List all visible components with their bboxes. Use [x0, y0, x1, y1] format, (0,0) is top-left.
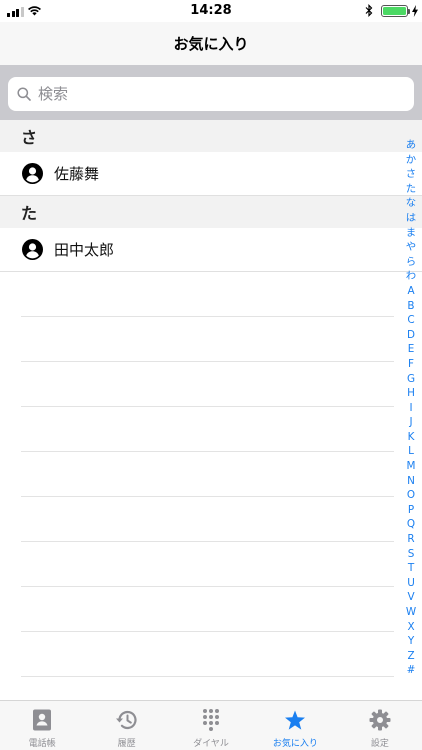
index-letter[interactable]: O	[407, 488, 415, 503]
empty-row	[21, 272, 394, 317]
tab-label: 電話帳	[28, 739, 56, 749]
index-letter[interactable]: か	[406, 153, 416, 168]
tab-label: ダイヤル	[193, 739, 229, 749]
section-header-ta: た	[0, 196, 422, 228]
index-letter[interactable]: E	[408, 342, 415, 357]
index-letter[interactable]: わ	[406, 269, 416, 284]
index-letter[interactable]: M	[407, 459, 416, 474]
battery-icon	[381, 5, 408, 17]
tab-history[interactable]: 履歴	[84, 701, 168, 750]
empty-row	[21, 542, 394, 587]
search-icon	[17, 87, 31, 101]
list-item[interactable]: 田中太郎	[0, 228, 422, 272]
tab-favorites[interactable]: お気に入り	[253, 701, 337, 750]
index-letter[interactable]: D	[407, 328, 415, 343]
index-letter[interactable]: た	[406, 182, 416, 197]
index-letter[interactable]: Y	[408, 634, 414, 649]
index-letter[interactable]: Q	[407, 517, 415, 532]
index-letter[interactable]: #	[407, 663, 416, 678]
index-letter[interactable]: X	[407, 620, 414, 635]
tab-label: 設定	[370, 739, 389, 749]
tab-label: お気に入り	[272, 739, 318, 749]
status-time: 14:28	[190, 3, 232, 18]
search-area	[0, 65, 422, 120]
person-circle-icon	[22, 163, 43, 184]
index-letter[interactable]: W	[406, 605, 416, 620]
index-letter[interactable]: あ	[406, 138, 416, 153]
star-icon	[283, 708, 307, 732]
index-letter[interactable]: や	[406, 240, 416, 255]
index-letter[interactable]: F	[408, 357, 414, 372]
index-letter[interactable]: B	[407, 299, 414, 314]
index-letter[interactable]: I	[409, 401, 412, 416]
search-box[interactable]	[8, 77, 414, 111]
index-letter[interactable]: Z	[407, 649, 414, 664]
index-letter[interactable]: R	[407, 532, 414, 547]
gear-icon	[368, 708, 392, 732]
tab-dial[interactable]: ダイヤル	[169, 701, 253, 750]
search-input[interactable]	[38, 77, 398, 111]
empty-row	[21, 362, 394, 407]
battery-cap	[408, 9, 410, 14]
index-letter[interactable]: ま	[406, 226, 416, 241]
tab-contacts[interactable]: 電話帳	[0, 701, 84, 750]
empty-row	[21, 587, 394, 632]
contact-name: 佐藤舞	[54, 165, 100, 183]
tab-bar: 電話帳 履歴 ダイヤル お気に入り 設定	[0, 700, 422, 750]
tab-label: 履歴	[117, 739, 136, 749]
section-header-sa: さ	[0, 120, 422, 152]
navigation-bar: お気に入り	[0, 22, 422, 65]
page-title: お気に入り	[173, 35, 249, 53]
index-letter[interactable]: T	[408, 561, 414, 576]
index-letter[interactable]: K	[408, 430, 415, 445]
tab-settings[interactable]: 設定	[338, 701, 422, 750]
index-letter[interactable]: L	[408, 444, 414, 459]
index-letter[interactable]: H	[407, 386, 415, 401]
charging-bolt-icon	[412, 5, 418, 17]
index-letter[interactable]: U	[407, 576, 415, 591]
keypad-icon	[199, 708, 223, 732]
index-letter[interactable]: G	[407, 372, 415, 387]
index-letter[interactable]: な	[406, 196, 416, 211]
empty-row	[21, 632, 394, 677]
favorites-list: さ 佐藤舞 た 田中太郎	[0, 120, 422, 700]
status-bar: 14:28	[0, 0, 422, 22]
section-index[interactable]: あかさたなはまやらわ A B C D E F G H I J K L M N O P Q R S T U V W X Y Z #	[402, 138, 420, 678]
contact-name: 田中太郎	[54, 241, 115, 259]
empty-row	[21, 452, 394, 497]
person-circle-icon	[22, 239, 43, 260]
bluetooth-icon	[365, 4, 373, 17]
index-letter[interactable]: V	[407, 590, 414, 605]
index-letter[interactable]: S	[408, 547, 415, 562]
contacts-book-icon	[30, 708, 54, 732]
index-letter[interactable]: A	[407, 284, 414, 299]
index-letter[interactable]: は	[406, 211, 416, 226]
index-letter[interactable]: J	[409, 415, 412, 430]
history-icon	[115, 708, 139, 732]
index-letter[interactable]: C	[407, 313, 414, 328]
empty-row	[21, 317, 394, 362]
empty-row	[21, 407, 394, 452]
index-letter[interactable]: N	[407, 474, 415, 489]
list-item[interactable]: 佐藤舞	[0, 152, 422, 196]
empty-row	[21, 497, 394, 542]
index-letter[interactable]: P	[408, 503, 414, 518]
index-letter[interactable]: さ	[406, 167, 416, 182]
index-letter[interactable]: ら	[406, 255, 416, 270]
